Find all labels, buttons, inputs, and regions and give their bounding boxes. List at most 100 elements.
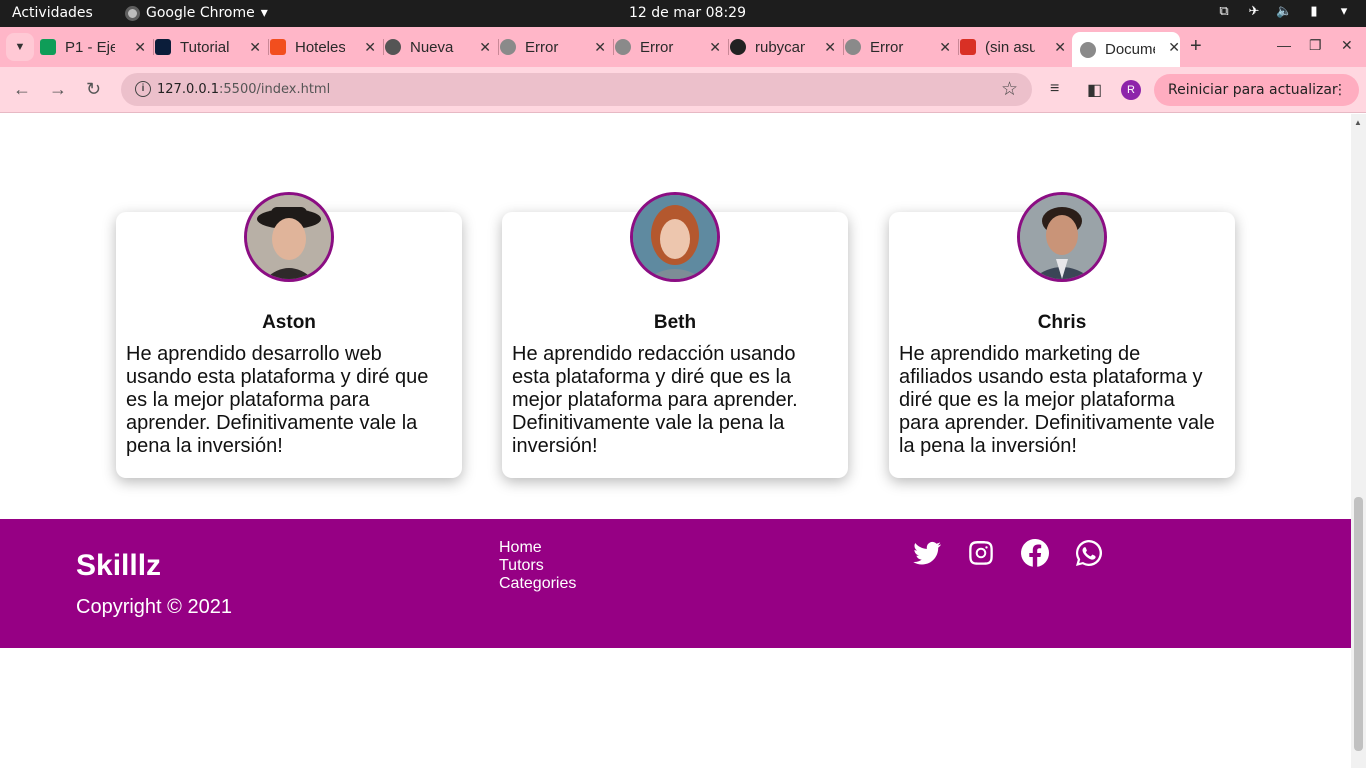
app-menu-label: Google Chrome bbox=[146, 5, 255, 21]
testimonial-card: Chris He aprendido marketing de afiliado… bbox=[889, 192, 1235, 478]
close-tab-icon[interactable]: ✕ bbox=[594, 39, 606, 56]
scroll-up-icon[interactable]: ▲ bbox=[1354, 118, 1362, 127]
footer-link-tutors[interactable]: Tutors bbox=[499, 557, 576, 575]
sheets-icon bbox=[40, 39, 56, 55]
site-footer: Skilllz Copyright © 2021 Home Tutors Cat… bbox=[0, 519, 1351, 648]
system-tray[interactable]: ⧉ ✈ 🔈 ▮ ▾ bbox=[1216, 4, 1352, 20]
clock[interactable]: 12 de mar 08:29 bbox=[629, 5, 746, 21]
url-text[interactable]: 127.0.0.1:5500/index.html bbox=[157, 82, 330, 97]
app-menu[interactable]: Google Chrome ▾ bbox=[125, 5, 268, 21]
tab-title: Error bbox=[640, 38, 674, 56]
caret-down-icon: ▾ bbox=[260, 5, 268, 21]
close-tab-icon[interactable]: ✕ bbox=[134, 39, 146, 56]
chris-photo bbox=[1020, 195, 1104, 279]
footer-link-home[interactable]: Home bbox=[499, 539, 576, 557]
footer-link-categories[interactable]: Categories bbox=[499, 575, 576, 593]
browser-toolbar: ← → ↻ i 127.0.0.1:5500/index.html ☆ ≡ ◧ … bbox=[0, 67, 1366, 113]
tab-separator bbox=[268, 39, 269, 55]
aston-photo bbox=[247, 195, 331, 279]
restore-button[interactable]: ❐ bbox=[1309, 37, 1322, 54]
url-path: :5500/index.html bbox=[219, 82, 331, 97]
tab-title: Nueva bbox=[410, 38, 454, 56]
twitter-icon[interactable] bbox=[911, 537, 943, 569]
tab-separator bbox=[843, 39, 844, 55]
more-menu-icon[interactable]: ⋮ bbox=[1333, 74, 1347, 106]
chrome-icon bbox=[125, 5, 140, 21]
page-viewport: Aston He aprendido desarrollo web usando… bbox=[0, 114, 1351, 768]
tab-title: rubycamp bbox=[755, 38, 805, 56]
whatsapp-icon[interactable] bbox=[1073, 537, 1105, 569]
globe-icon bbox=[1080, 41, 1096, 58]
close-tab-icon[interactable]: ✕ bbox=[1054, 39, 1066, 56]
tab[interactable]: Error ✕ bbox=[500, 32, 606, 62]
profile-avatar[interactable]: R bbox=[1121, 80, 1141, 100]
testimonial-text: He aprendido desarrollo web usando esta … bbox=[126, 343, 429, 457]
testimonial-name: Chris bbox=[1037, 312, 1087, 333]
tab[interactable]: Error ✕ bbox=[845, 32, 951, 62]
tab[interactable]: Document ✕ bbox=[1072, 32, 1180, 67]
avatar bbox=[630, 192, 720, 282]
gmail-icon bbox=[960, 39, 976, 55]
close-tab-icon[interactable]: ✕ bbox=[479, 39, 491, 56]
activities-button[interactable]: Actividades bbox=[12, 5, 93, 21]
forward-button[interactable]: → bbox=[49, 79, 67, 100]
tab-title: Tutorial bbox=[180, 38, 230, 56]
tab-strip: ▼ P1 - Ejemplo✕Tutorial✕Hoteles✕Nueva✕Er… bbox=[0, 27, 1366, 67]
footer-links: Home Tutors Categories bbox=[499, 539, 576, 593]
minimize-button[interactable]: — bbox=[1277, 37, 1291, 53]
angular-icon bbox=[155, 39, 171, 55]
tab[interactable]: Hoteles ✕ bbox=[270, 32, 376, 62]
tab-title: Document bbox=[1105, 41, 1155, 58]
tab-title: P1 - Ejemplo bbox=[65, 38, 115, 56]
url-host: 127.0.0.1 bbox=[157, 82, 220, 97]
tab[interactable]: rubycamp ✕ bbox=[730, 32, 836, 62]
testimonial-text: He aprendido redacción usando esta plata… bbox=[512, 343, 798, 457]
side-panel-icon[interactable]: ◧ bbox=[1087, 80, 1102, 100]
instagram-icon[interactable] bbox=[965, 537, 997, 569]
airplane-icon: ✈ bbox=[1248, 4, 1260, 19]
system-top-bar: Actividades Google Chrome ▾ 12 de mar 08… bbox=[0, 0, 1366, 27]
globe-icon bbox=[615, 39, 631, 55]
tab-title: Hoteles bbox=[295, 38, 345, 56]
tab[interactable]: P1 - Ejemplo ✕ bbox=[40, 32, 146, 62]
tab-separator bbox=[498, 39, 499, 55]
globe-icon bbox=[845, 39, 861, 55]
close-tab-icon[interactable]: ✕ bbox=[1168, 39, 1180, 56]
chevron-down-icon: ▾ bbox=[1340, 4, 1348, 19]
facebook-icon[interactable] bbox=[1019, 537, 1051, 569]
tab-title: Error bbox=[870, 38, 904, 56]
tab[interactable]: Error ✕ bbox=[615, 32, 721, 62]
site-info-icon[interactable]: i bbox=[135, 81, 151, 97]
reload-button[interactable]: ↻ bbox=[86, 79, 101, 100]
close-tab-icon[interactable]: ✕ bbox=[939, 39, 951, 56]
testimonial-card: Aston He aprendido desarrollo web usando… bbox=[116, 192, 462, 478]
close-tab-icon[interactable]: ✕ bbox=[249, 39, 261, 56]
address-bar[interactable]: i 127.0.0.1:5500/index.html ☆ bbox=[121, 73, 1032, 106]
chrome-icon bbox=[385, 39, 401, 55]
media-control-icon[interactable]: ≡ bbox=[1050, 80, 1059, 98]
testimonial-name: Aston bbox=[262, 312, 316, 333]
testimonial-card: Beth He aprendido redacción usando esta … bbox=[502, 192, 848, 478]
close-window-button[interactable]: ✕ bbox=[1341, 37, 1353, 54]
back-button[interactable]: ← bbox=[13, 79, 31, 100]
tab-search-button[interactable]: ▼ bbox=[6, 33, 34, 61]
page-scrollbar[interactable]: ▲ bbox=[1351, 114, 1366, 768]
bookmark-star-icon[interactable]: ☆ bbox=[1001, 78, 1018, 101]
footer-brand: Skilllz bbox=[76, 549, 162, 582]
github-icon bbox=[730, 39, 746, 55]
tab[interactable]: Nueva ✕ bbox=[385, 32, 491, 62]
close-tab-icon[interactable]: ✕ bbox=[364, 39, 376, 56]
globe-icon bbox=[500, 39, 516, 55]
tab[interactable]: (sin asunto) ✕ bbox=[960, 32, 1066, 62]
scrollbar-thumb[interactable] bbox=[1354, 497, 1363, 751]
close-tab-icon[interactable]: ✕ bbox=[824, 39, 836, 56]
close-tab-icon[interactable]: ✕ bbox=[709, 39, 721, 56]
update-button[interactable]: Reiniciar para actualizar ⋮ bbox=[1154, 74, 1359, 106]
social-links bbox=[911, 537, 1105, 569]
footer-copyright: Copyright © 2021 bbox=[76, 596, 232, 618]
new-tab-button[interactable]: + bbox=[1190, 35, 1202, 58]
tab[interactable]: Tutorial ✕ bbox=[155, 32, 261, 62]
tab-title: (sin asunto) bbox=[985, 38, 1035, 56]
tab-separator bbox=[613, 39, 614, 55]
tab-separator bbox=[383, 39, 384, 55]
